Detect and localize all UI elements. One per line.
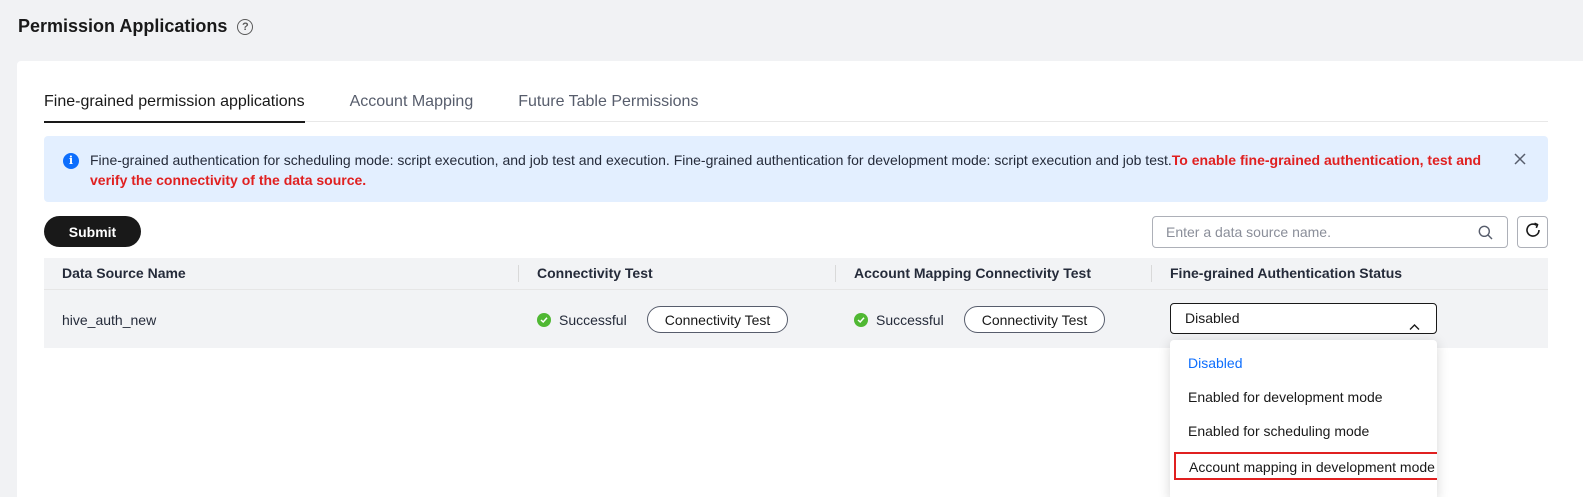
search-box: [1152, 216, 1508, 248]
column-header-fine-grained-authentication-status: Fine-grained Authentication Status: [1170, 265, 1403, 281]
page-header: Permission Applications ?: [18, 14, 254, 38]
tab-account-mapping[interactable]: Account Mapping: [350, 81, 474, 122]
close-icon[interactable]: [1512, 152, 1528, 168]
search-icon[interactable]: [1478, 225, 1493, 240]
auth-status-select[interactable]: Disabled: [1170, 303, 1437, 334]
dropdown-option-enabled-scheduling[interactable]: Enabled for scheduling mode: [1170, 414, 1437, 448]
column-header-account-mapping-connectivity-test: Account Mapping Connectivity Test: [854, 265, 1091, 281]
info-notice: i Fine-grained authentication for schedu…: [44, 136, 1548, 202]
chevron-up-icon: [1409, 314, 1420, 330]
column-divider[interactable]: [835, 265, 836, 282]
tab-bar: Fine-grained permission applications Acc…: [44, 81, 1548, 123]
account-mapping-connectivity-test-button[interactable]: Connectivity Test: [963, 306, 1106, 333]
tab-future-table-permissions[interactable]: Future Table Permissions: [518, 81, 698, 122]
question-circle-icon[interactable]: ?: [237, 19, 254, 35]
auth-status-dropdown: Disabled Enabled for development mode En…: [1170, 340, 1437, 497]
account-mapping-test-cell: Successful Connectivity Test: [854, 290, 1106, 349]
column-header-data-source-name: Data Source Name: [62, 265, 186, 281]
connectivity-test-button[interactable]: Connectivity Test: [646, 306, 789, 333]
submit-button[interactable]: Submit: [44, 216, 141, 247]
mapping-status: Successful: [876, 311, 944, 328]
dropdown-option-enabled-development[interactable]: Enabled for development mode: [1170, 380, 1437, 414]
connectivity-status: Successful: [559, 311, 627, 328]
info-icon: i: [63, 153, 79, 169]
search-input[interactable]: [1153, 217, 1463, 247]
data-source-name: hive_auth_new: [62, 311, 157, 328]
tab-fine-grained-permission-applications[interactable]: Fine-grained permission applications: [44, 81, 305, 123]
page-title: Permission Applications: [18, 15, 228, 36]
content-card: Fine-grained permission applications Acc…: [17, 61, 1583, 497]
dropdown-option-disabled[interactable]: Disabled: [1170, 346, 1437, 380]
column-divider[interactable]: [1151, 265, 1152, 282]
auth-status-value: Disabled: [1185, 310, 1240, 326]
notice-text: Fine-grained authentication for scheduli…: [90, 152, 1172, 168]
connectivity-test-cell: Successful Connectivity Test: [537, 290, 789, 349]
column-header-connectivity-test: Connectivity Test: [537, 265, 653, 281]
data-source-name-cell: hive_auth_new: [62, 290, 156, 349]
check-circle-icon: [854, 312, 868, 327]
refresh-icon: [1524, 221, 1542, 244]
column-divider[interactable]: [518, 265, 519, 282]
refresh-button[interactable]: [1517, 216, 1548, 248]
dropdown-option-account-mapping-development[interactable]: Account mapping in development mode en: [1174, 452, 1437, 480]
table-header: Data Source Name Connectivity Test Accou…: [44, 258, 1548, 289]
check-circle-icon: [537, 312, 551, 327]
data-table: Data Source Name Connectivity Test Accou…: [44, 258, 1548, 348]
